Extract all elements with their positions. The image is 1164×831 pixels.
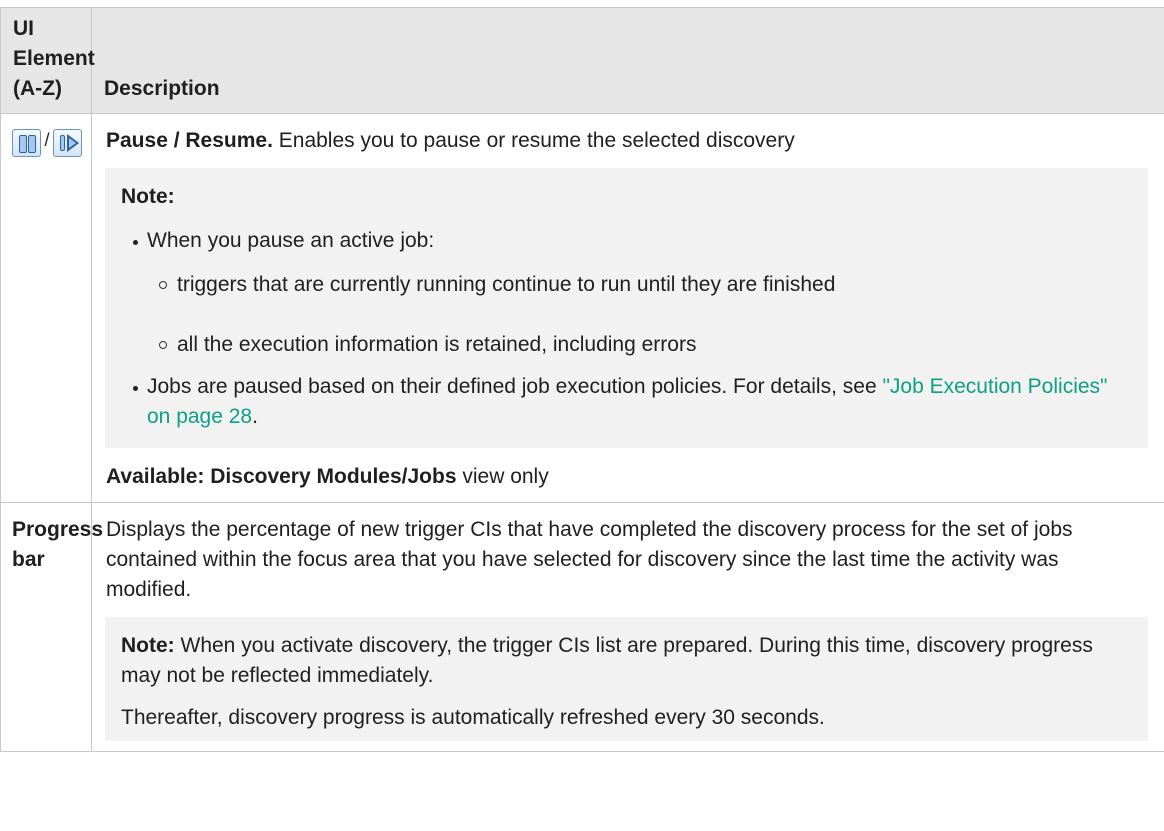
note-bullet-list: When you pause an active job: triggers t…	[121, 226, 1132, 432]
bullet-text: When you pause an active job:	[147, 229, 435, 252]
resume-icon	[52, 129, 82, 157]
table-header-row: UI Element (A-Z) Description	[0, 7, 1164, 114]
header-ui-element: UI Element (A-Z)	[0, 7, 95, 114]
note-bullet-pause-active-job: When you pause an active job: triggers t…	[133, 226, 1132, 360]
description-cell-progress-bar: Displays the percentage of new trigger C…	[91, 502, 1164, 752]
availability-line: Available: Discovery Modules/Jobs view o…	[106, 462, 1148, 492]
pause-icon	[12, 129, 42, 157]
header-description: Description	[91, 7, 1164, 114]
available-suffix: view only	[456, 465, 549, 488]
icon-separator: /	[44, 130, 50, 150]
ui-element-reference-table: UI Element (A-Z) Description / Pause / R…	[0, 7, 1164, 752]
table-row-progress-bar: Progress bar Displays the percentage of …	[0, 502, 1164, 752]
pause-resume-summary: Pause / Resume. Enables you to pause or …	[106, 126, 1148, 156]
note-title: Note:	[121, 634, 175, 657]
note-title: Note:	[121, 185, 175, 208]
bullet-text: Jobs are paused based on their defined j…	[147, 375, 883, 398]
element-cell-progress-bar: Progress bar	[0, 502, 103, 752]
table-row-pause-resume: / Pause / Resume. Enables you to pause o…	[0, 113, 1164, 503]
description-cell-pause-resume: Pause / Resume. Enables you to pause or …	[91, 113, 1164, 503]
note-sub-list: triggers that are currently running cont…	[147, 270, 1132, 360]
pause-resume-text: Enables you to pause or resume the selec…	[272, 129, 795, 152]
progress-note-refresh: Thereafter, discovery progress is automa…	[121, 706, 825, 729]
progress-note-line: Note: When you activate discovery, the t…	[121, 631, 1132, 691]
element-cell-pause-resume: /	[0, 113, 92, 503]
pause-resume-icons: /	[12, 126, 82, 157]
progress-note-text: When you activate discovery, the trigger…	[121, 634, 1093, 687]
progress-bar-text: Displays the percentage of new trigger C…	[106, 518, 1073, 601]
available-view: Discovery Modules/Jobs	[210, 465, 457, 488]
sub-bullet-triggers: triggers that are currently running cont…	[159, 270, 1132, 300]
pause-resume-title: Pause / Resume.	[106, 129, 273, 152]
pause-resume-note: Note: When you pause an active job: trig…	[105, 168, 1148, 448]
note-bullet-job-policies: Jobs are paused based on their defined j…	[133, 372, 1132, 432]
available-label: Available:	[106, 465, 211, 488]
sub-bullet-execution-info: all the execution information is retaine…	[159, 330, 1132, 360]
progress-bar-note: Note: When you activate discovery, the t…	[105, 617, 1148, 741]
bullet-suffix: .	[252, 405, 258, 428]
